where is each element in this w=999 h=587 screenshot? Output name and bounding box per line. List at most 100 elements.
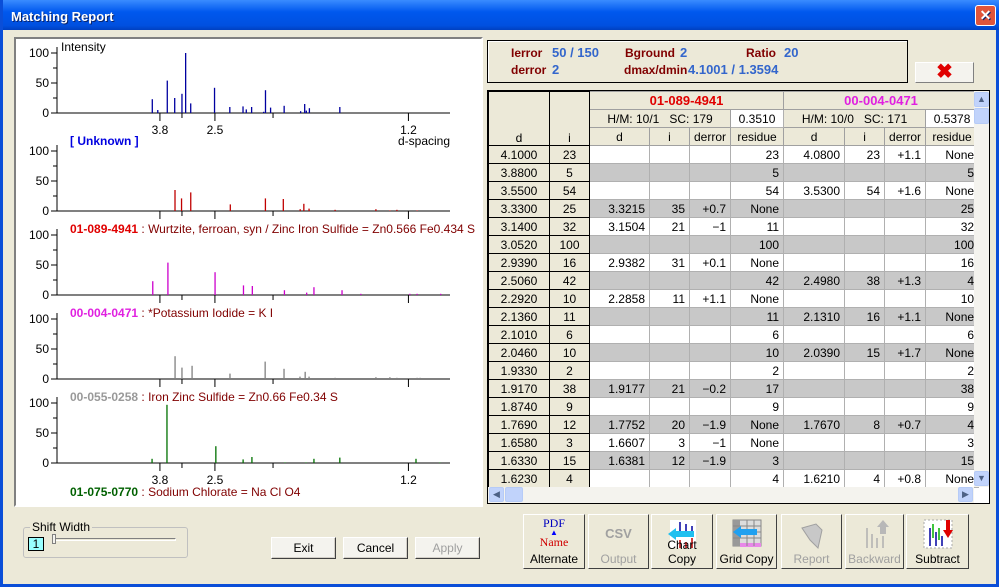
match-cell: 2 [925, 361, 980, 380]
match-cell [783, 253, 846, 272]
match-cell [884, 451, 927, 470]
match-cell: 31 [649, 253, 690, 272]
shift-width-slider[interactable] [54, 538, 176, 541]
match-cell: 11 [730, 307, 785, 326]
scroll-thumb[interactable] [974, 108, 989, 124]
match-cell: +0.1 [688, 253, 732, 272]
output-button[interactable]: CSV Output [588, 514, 649, 569]
table-row[interactable]: 3.5500 54 54 3.5300 54 +1.6 None [488, 181, 980, 200]
caption-00-055-0258: 00-055-0258 : Iron Zinc Sulfide = Zn0.66… [70, 390, 338, 404]
caption-unknown: [ Unknown ] [70, 134, 139, 148]
match-cell [649, 469, 690, 488]
match-2-id[interactable]: 00-004-0471 [783, 91, 980, 110]
grid-copy-button[interactable]: Grid Copy [716, 514, 777, 569]
csv-icon: CSV [605, 526, 632, 541]
alternate-button[interactable]: PDF ▲ Name Alternate [523, 514, 585, 569]
table-row[interactable]: 3.0520 100 100 100 [488, 235, 980, 254]
scroll-left-icon[interactable]: ◀ [489, 487, 504, 502]
unknown-cell: 3.8800 [488, 163, 550, 182]
apply-button[interactable]: Apply [415, 537, 480, 559]
cancel-button[interactable]: Cancel [343, 537, 408, 559]
matching-grid[interactable]: d i 01-089-4941 00-004-0471 H/M: 10/1 SC… [487, 90, 990, 504]
y-tick-label: 0 [42, 372, 49, 386]
table-row[interactable]: 1.6230 4 4 1.6210 4 +0.8 None [488, 469, 980, 488]
match-cell [844, 325, 886, 344]
match-cell [884, 163, 927, 182]
table-row[interactable]: 2.1360 11 11 2.1310 16 +1.1 None [488, 307, 980, 326]
table-row[interactable]: 1.8740 9 9 9 [488, 397, 980, 416]
scroll-h-thumb[interactable] [505, 487, 523, 502]
match-cell [649, 235, 690, 254]
table-row[interactable]: 1.9170 38 1.9177 21 −0.2 17 38 [488, 379, 980, 398]
scroll-right-icon[interactable]: ▶ [958, 487, 973, 502]
table-row[interactable]: 2.1010 6 6 6 [488, 325, 980, 344]
match-1-id[interactable]: 01-089-4941 [588, 91, 785, 110]
table-row[interactable]: 2.2920 10 2.2858 11 +1.1 None 10 [488, 289, 980, 308]
table-row[interactable]: 3.1400 32 3.1504 21 −1 11 32 [488, 217, 980, 236]
unknown-cell: 3.3300 [488, 199, 550, 218]
close-icon[interactable]: ✕ [975, 5, 996, 26]
x-axis-label: d-spacing [398, 134, 451, 148]
table-row[interactable]: 2.0460 10 10 2.0390 15 +1.7 None [488, 343, 980, 362]
match-cell [649, 271, 690, 290]
match-cell [884, 253, 927, 272]
match-cell [649, 145, 690, 164]
match-cell [783, 451, 846, 470]
match-cell [589, 181, 650, 200]
header-d[interactable]: d [488, 91, 550, 146]
y-tick-label: 50 [36, 426, 50, 440]
scroll-down-icon[interactable]: ▼ [974, 471, 989, 486]
unknown-cell: 15 [549, 451, 590, 470]
horizontal-scrollbar[interactable]: ◀ ▶ [488, 487, 974, 503]
match-1-col-d: d [589, 127, 650, 146]
pdf-name-toggle-icon: PDF ▲ Name [539, 516, 569, 549]
match-cell: +0.7 [688, 199, 732, 218]
match-cell: 25 [925, 199, 980, 218]
table-row[interactable]: 1.6580 3 1.6607 3 −1 None 3 [488, 433, 980, 452]
table-row[interactable]: 2.9390 16 2.9382 31 +0.1 None 16 [488, 253, 980, 272]
unknown-cell: 4 [549, 469, 590, 488]
match-cell: 23 [730, 145, 785, 164]
match-cell: +1.7 [884, 343, 927, 362]
match-cell: 54 [844, 181, 886, 200]
scroll-up-icon[interactable]: ▲ [974, 92, 989, 107]
delete-button[interactable]: ✖ [915, 62, 974, 83]
match-cell [649, 361, 690, 380]
match-2-score: 0.5378 [925, 109, 980, 128]
vertical-scrollbar[interactable]: ▲ ▼ [974, 91, 989, 487]
chart-copy-button[interactable]: Chart Copy [651, 514, 713, 569]
match-cell [783, 397, 846, 416]
match-cell: None [730, 289, 785, 308]
header-i[interactable]: i [549, 91, 590, 146]
exit-button[interactable]: Exit [271, 537, 336, 559]
slider-thumb[interactable] [52, 534, 56, 544]
match-cell [844, 217, 886, 236]
title-bar[interactable]: Matching Report ✕ [3, 0, 999, 30]
table-row[interactable]: 1.7690 12 1.7752 20 −1.9 None 1.7670 8 +0.7 4 [488, 415, 980, 434]
match-cell: +1.1 [688, 289, 732, 308]
table-row[interactable]: 4.1000 23 23 4.0800 23 +1.1 None [488, 145, 980, 164]
match-cell [783, 325, 846, 344]
unknown-cell: 38 [549, 379, 590, 398]
table-row[interactable]: 3.8800 5 5 5 [488, 163, 980, 182]
unknown-cell: 32 [549, 217, 590, 236]
match-cell: 4 [925, 271, 980, 290]
table-row[interactable]: 3.3300 25 3.3215 35 +0.7 None 25 [488, 199, 980, 218]
unknown-cell: 16 [549, 253, 590, 272]
match-cell [589, 397, 650, 416]
match-cell [649, 307, 690, 326]
report-button[interactable]: Report [781, 514, 842, 569]
match-cell [688, 307, 732, 326]
y-tick-label: 100 [29, 46, 49, 60]
table-row[interactable]: 1.9330 2 2 2 [488, 361, 980, 380]
table-row[interactable]: 1.6330 15 1.6381 12 −1.9 3 15 [488, 451, 980, 470]
unknown-cell: 2.1360 [488, 307, 550, 326]
subtract-button[interactable]: Subtract [906, 514, 969, 569]
match-cell: 100 [730, 235, 785, 254]
table-row[interactable]: 2.5060 42 42 2.4980 38 +1.3 4 [488, 271, 980, 290]
match-cell: +1.6 [884, 181, 927, 200]
match-cell [688, 469, 732, 488]
match-cell: 15 [925, 451, 980, 470]
backward-button[interactable]: Backward [845, 514, 904, 569]
match-cell: 10 [730, 343, 785, 362]
